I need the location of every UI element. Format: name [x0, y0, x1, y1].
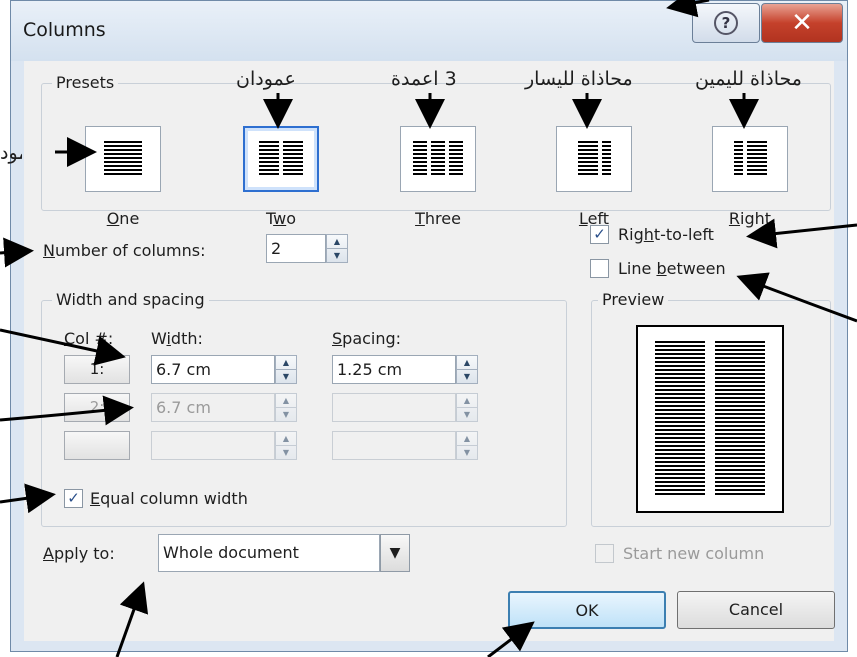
three-columns-icon — [413, 141, 463, 177]
cancel-button[interactable]: Cancel — [677, 591, 835, 629]
number-of-columns-label: Number of columns: — [43, 241, 206, 260]
col-number-1: 1: — [64, 355, 130, 384]
close-icon: ✕ — [791, 8, 813, 38]
number-of-columns-stepper[interactable]: ▲ ▼ — [326, 234, 348, 263]
preset-two-button[interactable] — [243, 126, 319, 192]
preview-page — [636, 325, 784, 513]
preset-right-button[interactable] — [712, 126, 788, 192]
number-of-columns-input[interactable]: 2 — [266, 234, 326, 263]
preset-one-label: One — [106, 209, 140, 228]
presets-group: Presets One Two Three Left Right — [41, 73, 831, 228]
one-column-icon — [104, 141, 142, 177]
help-button[interactable]: ? — [692, 3, 760, 43]
col-number-3 — [64, 431, 130, 460]
spacing-header: Spacing: — [332, 329, 402, 348]
right-to-left-checkbox[interactable]: ✓ — [590, 225, 609, 244]
left-columns-icon — [577, 141, 611, 177]
ok-button[interactable]: OK — [508, 591, 666, 629]
start-new-column-checkbox[interactable] — [595, 544, 614, 563]
chevron-down-icon[interactable]: ▼ — [380, 534, 410, 572]
preview-column-1 — [655, 341, 705, 497]
preset-three-label: Three — [415, 209, 461, 228]
equal-column-width-checkbox[interactable]: ✓ — [64, 489, 83, 508]
apply-to-select[interactable]: Whole document — [158, 534, 380, 572]
preview-column-2 — [715, 341, 765, 497]
col-1-width-input[interactable]: 6.7 cm — [151, 355, 275, 384]
preset-three-button[interactable] — [400, 126, 476, 192]
dialog-title: Columns — [23, 19, 106, 41]
apply-to-label: Apply to: — [43, 544, 115, 563]
equal-column-width-label: Equal column width — [90, 489, 248, 508]
preset-one-button[interactable] — [85, 126, 161, 192]
preview-label: Preview — [598, 290, 669, 309]
col-number-header: Col #: — [64, 329, 114, 348]
col-3-width-input[interactable] — [151, 431, 275, 460]
col-3-spacing-input[interactable] — [332, 431, 456, 460]
width-spacing-label: Width and spacing — [52, 290, 209, 309]
col-3-width-stepper[interactable]: ▲ ▼ — [275, 431, 297, 460]
line-between-checkbox[interactable] — [590, 259, 609, 278]
dialog-body: Presets One Two Three Left Right Number … — [24, 61, 835, 641]
title-bar: Columns ? ✕ — [11, 1, 847, 61]
col-1-spacing-stepper[interactable]: ▲ ▼ — [456, 355, 478, 384]
right-columns-icon — [733, 141, 767, 177]
annotation-two: عمودان — [236, 68, 296, 90]
col-1-width-stepper[interactable]: ▲ ▼ — [275, 355, 297, 384]
annotation-left: محاذاة لليسار — [525, 68, 633, 90]
start-new-column-label: Start new column — [623, 544, 765, 563]
col-3-spacing-stepper[interactable]: ▲ ▼ — [456, 431, 478, 460]
columns-dialog: Columns ? ✕ Presets One Two Three Left R… — [10, 0, 848, 652]
col-1-spacing-input[interactable]: 1.25 cm — [332, 355, 456, 384]
annotation-one: عمود — [0, 142, 22, 164]
col-number-2: 2: — [64, 393, 130, 422]
col-2-width-stepper[interactable]: ▲ ▼ — [275, 393, 297, 422]
presets-label: Presets — [52, 73, 119, 92]
preview-group: Preview — [591, 290, 831, 527]
col-2-spacing-stepper[interactable]: ▲ ▼ — [456, 393, 478, 422]
col-2-spacing-input[interactable] — [332, 393, 456, 422]
two-columns-icon — [259, 141, 303, 177]
col-2-width-input[interactable]: 6.7 cm — [151, 393, 275, 422]
question-icon: ? — [714, 11, 738, 35]
preset-left-button[interactable] — [556, 126, 632, 192]
width-header: Width: — [151, 329, 203, 348]
annotation-right: محاذاة لليمين — [695, 68, 802, 90]
line-between-label: Line between — [618, 259, 726, 278]
right-to-left-label: Right-to-left — [618, 225, 714, 244]
preset-two-label: Two — [265, 209, 296, 228]
close-button[interactable]: ✕ — [761, 3, 843, 43]
annotation-three: 3 اعمدة — [391, 68, 457, 90]
